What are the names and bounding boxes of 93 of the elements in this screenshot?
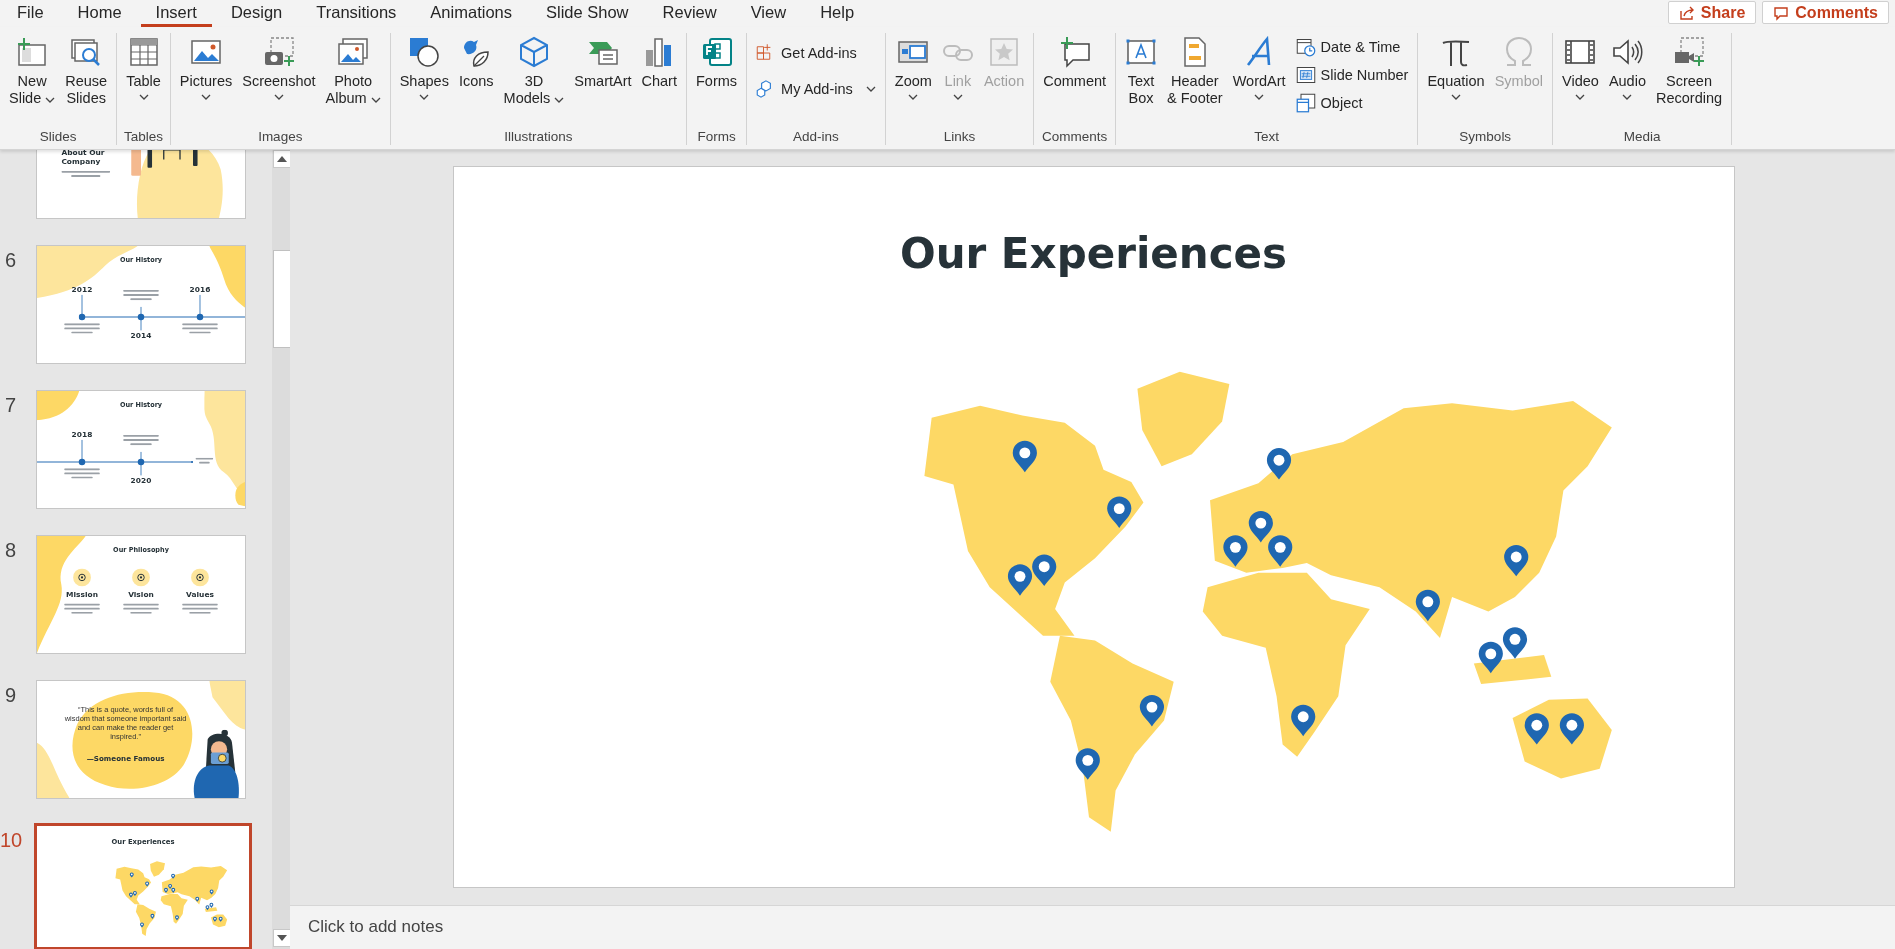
menu-tab[interactable]: Design bbox=[215, 0, 298, 27]
text-lines-drawing bbox=[64, 468, 100, 479]
cube-icon bbox=[517, 36, 550, 68]
group-label: Media bbox=[1622, 129, 1662, 145]
ribbon-command[interactable]: Zoom bbox=[890, 31, 936, 100]
video-camera-icon bbox=[1673, 36, 1705, 68]
text-lines-drawing bbox=[182, 323, 218, 334]
ribbon-command[interactable]: Date & Time bbox=[1291, 35, 1413, 59]
menu-tab[interactable]: Animations bbox=[415, 0, 527, 27]
text-lines-drawing bbox=[64, 323, 100, 334]
comment-icon bbox=[1773, 4, 1790, 21]
ribbon-command[interactable]: 3D Models bbox=[499, 31, 569, 107]
menu-tab[interactable]: Home bbox=[62, 0, 137, 27]
comment-add-icon bbox=[1058, 36, 1091, 68]
text-lines-drawing bbox=[123, 289, 159, 301]
corner-blob bbox=[37, 391, 80, 421]
notes-field[interactable]: Click to add notes bbox=[290, 906, 1895, 948]
ribbon-command[interactable]: Text Box bbox=[1121, 31, 1162, 107]
text-lines-drawing bbox=[123, 603, 159, 614]
scroll-down-button[interactable] bbox=[273, 929, 290, 947]
ribbon-command[interactable]: Comment bbox=[1039, 31, 1111, 90]
ribbon-command[interactable]: Reuse Slides bbox=[61, 31, 112, 107]
menu-tab[interactable]: Review bbox=[647, 0, 732, 27]
ribbon-command[interactable]: Header & Footer bbox=[1163, 31, 1227, 107]
comments-button[interactable]: Comments bbox=[1762, 1, 1889, 24]
share-button[interactable]: Share bbox=[1667, 1, 1757, 24]
ribbon-command[interactable]: Photo Album bbox=[321, 31, 385, 107]
camera-icon bbox=[262, 36, 295, 68]
forms-icon bbox=[700, 36, 733, 68]
ribbon-command[interactable]: Equation bbox=[1423, 31, 1489, 100]
text-lines-drawing bbox=[64, 603, 100, 614]
ribbon-command[interactable]: New Slide bbox=[5, 31, 60, 107]
ribbon-command[interactable]: SmartArt bbox=[570, 31, 636, 90]
ribbon-command[interactable]: Object bbox=[1291, 91, 1413, 115]
slide-title: Our Experiences bbox=[898, 229, 1289, 278]
group-label: Symbols bbox=[1458, 129, 1513, 145]
value-icon bbox=[191, 568, 209, 587]
group-label: Tables bbox=[123, 129, 164, 145]
slide-add-icon bbox=[16, 36, 49, 68]
ribbon-command[interactable]: WordArt bbox=[1228, 31, 1290, 100]
ribbon-command[interactable]: Table bbox=[122, 31, 165, 100]
ribbon-command[interactable]: Audio bbox=[1604, 31, 1650, 100]
group-label: Links bbox=[942, 129, 977, 145]
calendar-clock-icon bbox=[1295, 37, 1316, 57]
menu-tab[interactable]: Transitions bbox=[301, 0, 412, 27]
ribbon-command[interactable]: Shapes bbox=[395, 31, 453, 100]
slide-number: 8 bbox=[4, 539, 18, 562]
scrollbar-thumb[interactable] bbox=[273, 250, 290, 348]
group-label: Comments bbox=[1041, 129, 1109, 145]
slide-number: 6 bbox=[4, 249, 18, 272]
menu-tab[interactable]: Help bbox=[805, 0, 870, 27]
text-lines-drawing bbox=[123, 434, 159, 446]
text-lines-drawing bbox=[61, 170, 111, 178]
table-icon bbox=[127, 36, 160, 68]
ribbon-command[interactable]: Pictures bbox=[175, 31, 237, 100]
share-icon bbox=[1678, 4, 1695, 21]
menu-tab[interactable]: Slide Show bbox=[531, 0, 644, 27]
slide-number: 7 bbox=[4, 394, 18, 417]
menu-tab[interactable]: File bbox=[2, 0, 59, 27]
group-label: Add-ins bbox=[792, 129, 840, 145]
ribbon-command[interactable]: Slide Number bbox=[1291, 63, 1413, 87]
ribbon-command[interactable]: Screenshot bbox=[238, 31, 320, 100]
scroll-up-button[interactable] bbox=[273, 150, 290, 168]
slide-number: 10 bbox=[0, 829, 24, 852]
ribbon-command[interactable]: Video bbox=[1558, 31, 1603, 100]
group-label: Slides bbox=[38, 129, 78, 145]
menu-tab[interactable]: View bbox=[735, 0, 802, 27]
group-label: Illustrations bbox=[503, 129, 574, 145]
menu-tab[interactable]: Insert bbox=[140, 0, 212, 27]
shapes-icon bbox=[408, 36, 441, 68]
text-lines-drawing bbox=[195, 457, 214, 464]
text-lines-drawing bbox=[182, 603, 218, 614]
group-label: Text bbox=[1253, 129, 1281, 145]
group-label: Forms bbox=[696, 129, 737, 145]
ribbon-command[interactable]: My Add-ins bbox=[752, 77, 880, 101]
corner-blob bbox=[37, 742, 70, 798]
value-icon bbox=[73, 568, 91, 587]
object-icon bbox=[1295, 93, 1316, 113]
ribbon-command[interactable]: Get Add-ins bbox=[752, 41, 880, 65]
ribbon-command[interactable]: Chart bbox=[637, 31, 681, 90]
corner-blob bbox=[209, 681, 245, 730]
slide-number: 9 bbox=[4, 684, 18, 707]
ribbon-command[interactable]: Forms bbox=[692, 31, 742, 90]
photo-stack-icon bbox=[337, 36, 370, 68]
down-triangle-icon bbox=[277, 935, 287, 941]
group-label: Images bbox=[257, 129, 304, 145]
ribbon-command[interactable]: Icons bbox=[454, 31, 498, 90]
star-box-icon bbox=[988, 36, 1021, 68]
value-icon bbox=[132, 568, 150, 587]
corner-blob bbox=[209, 246, 245, 308]
up-triangle-icon bbox=[277, 156, 287, 162]
ribbon-command[interactable]: Screen Recording bbox=[1651, 31, 1727, 107]
number-box-icon bbox=[1295, 65, 1316, 85]
